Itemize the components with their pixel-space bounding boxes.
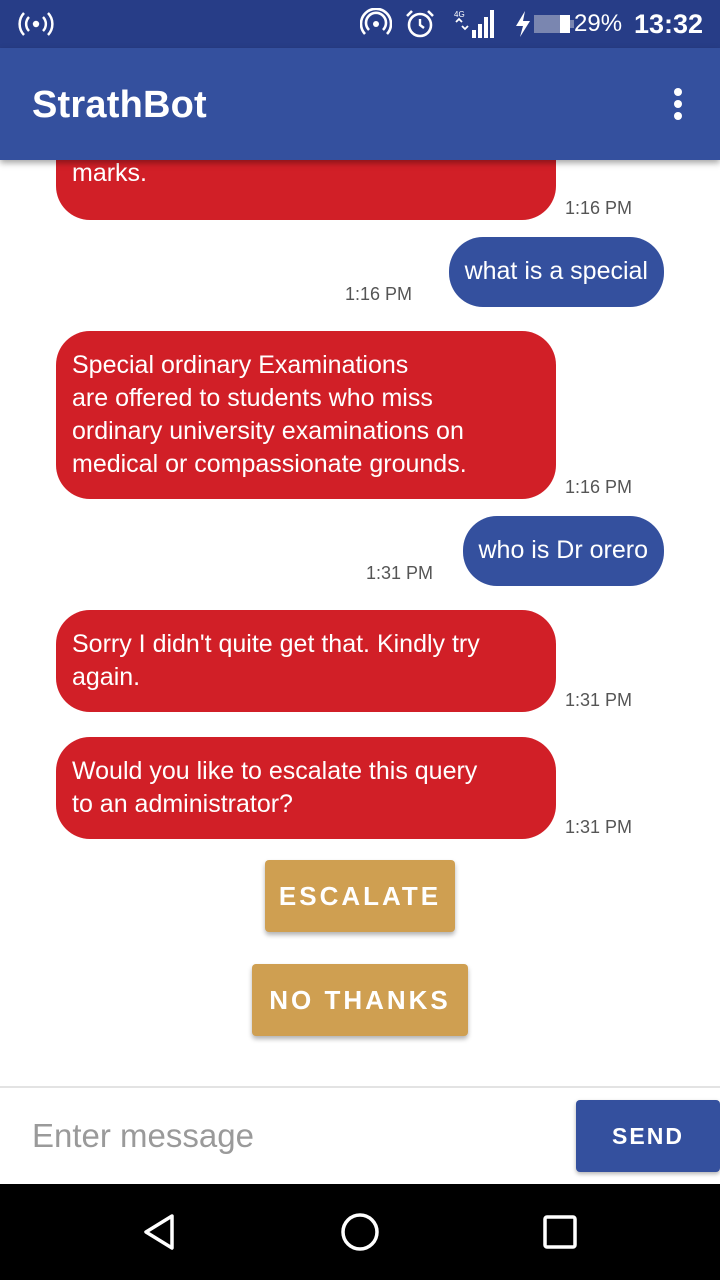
message-time: 1:31 PM: [565, 690, 633, 710]
composer: SEND: [0, 1088, 720, 1184]
bot-message: Sorry I didn't quite get that. Kindly tr…: [56, 610, 556, 712]
message-time: 1:31 PM: [565, 817, 633, 837]
message-text: Would you like to escalate this query to…: [72, 757, 478, 818]
message-text: who is Dr orero: [478, 536, 649, 564]
message-text: Sorry I didn't quite get that. Kindly tr…: [72, 630, 480, 691]
network-type-label: 4G: [454, 10, 465, 19]
home-icon[interactable]: [332, 1204, 388, 1260]
battery-percent: 29%: [574, 10, 623, 37]
message-text: include continuous assessment marks.: [72, 160, 147, 187]
signal-icon: 4G: [452, 0, 496, 48]
clock: 13:32: [634, 8, 704, 39]
back-icon[interactable]: [132, 1204, 188, 1260]
status-bar: 4G 29% 13:32: [0, 0, 720, 48]
overflow-menu-icon[interactable]: [658, 82, 698, 126]
message-time: 1:16 PM: [345, 284, 413, 304]
message-time: 1:16 PM: [565, 198, 633, 218]
recents-icon[interactable]: [532, 1204, 588, 1260]
charging-icon: [514, 0, 532, 48]
hotspot-icon: [360, 0, 392, 48]
send-button[interactable]: SEND: [576, 1100, 720, 1172]
bot-message: Would you like to escalate this query to…: [56, 737, 556, 839]
bot-message: Special ordinary Examinations are offere…: [56, 331, 556, 499]
no-thanks-button[interactable]: NO THANKS: [252, 964, 468, 1036]
app-title: StrathBot: [32, 84, 207, 126]
user-message: what is a special: [448, 237, 664, 307]
message-input[interactable]: [32, 1106, 552, 1166]
broadcast-icon: [18, 0, 54, 48]
message-text: what is a special: [464, 257, 648, 285]
system-nav-bar: [0, 1184, 720, 1280]
alarm-icon: [404, 0, 436, 48]
bot-message: include continuous assessment marks.: [56, 160, 556, 220]
chat-list[interactable]: include continuous assessment marks. 1:1…: [0, 160, 720, 1088]
app-bar: StrathBot: [0, 48, 720, 160]
user-message: who is Dr orero: [462, 516, 664, 586]
battery-icon: [534, 0, 574, 48]
message-time: 1:31 PM: [366, 563, 434, 583]
message-time: 1:16 PM: [565, 477, 633, 497]
escalate-button[interactable]: ESCALATE: [265, 860, 455, 932]
message-text: Special ordinary Examinations are offere…: [72, 351, 467, 478]
